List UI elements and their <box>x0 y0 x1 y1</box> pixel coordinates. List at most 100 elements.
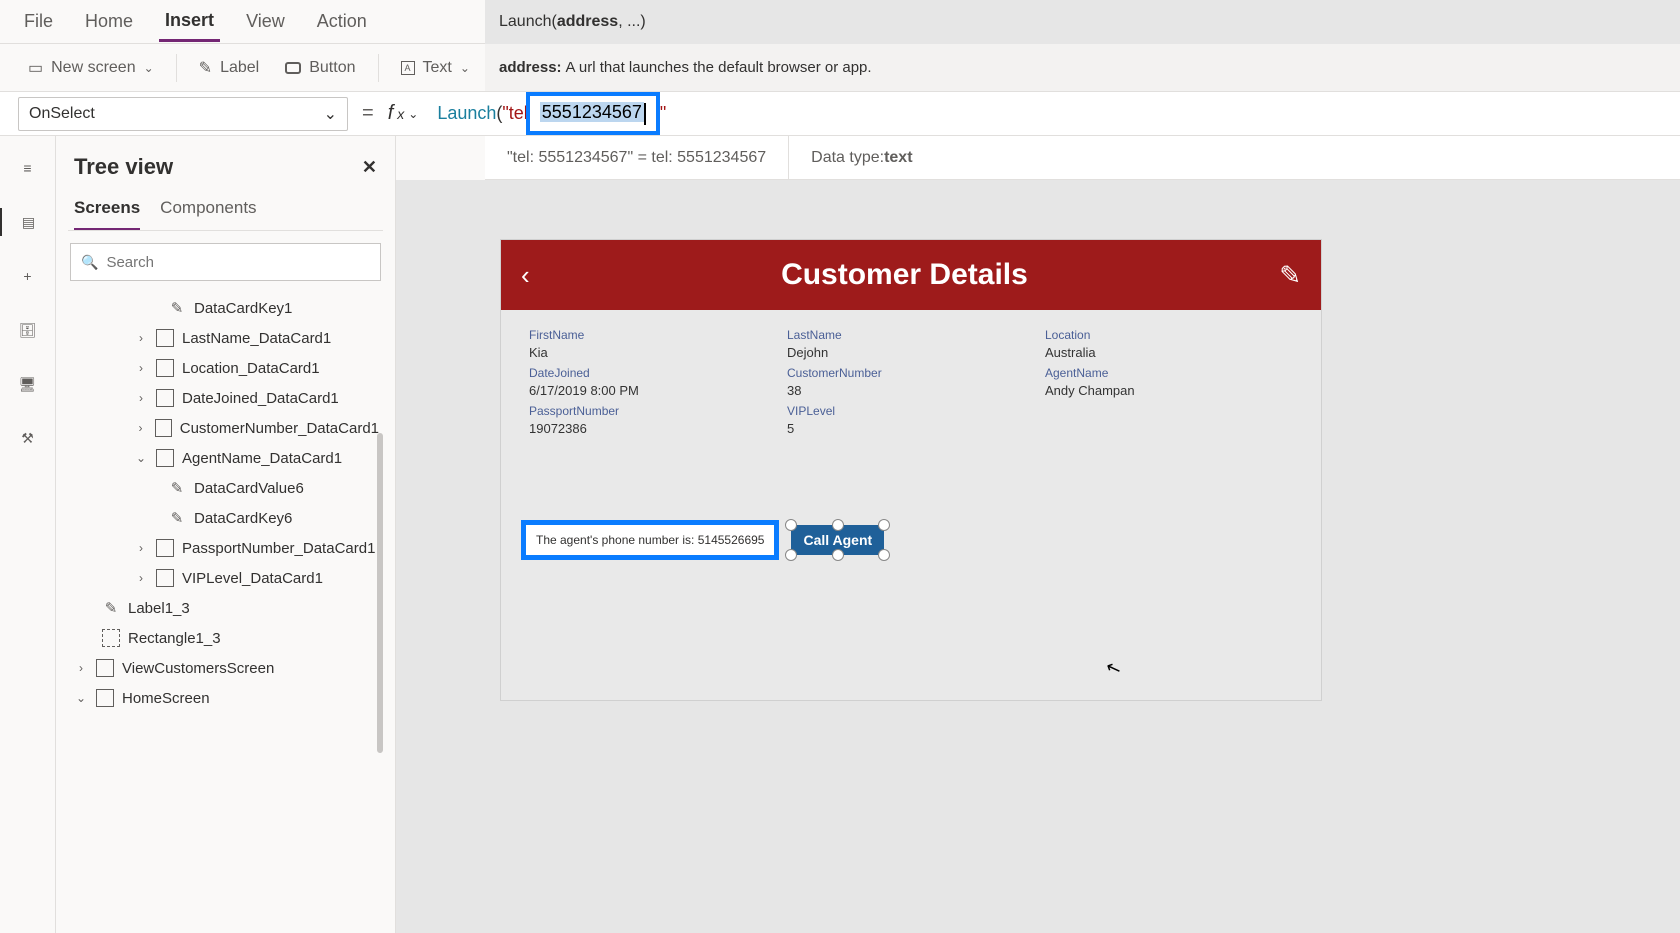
button-button[interactable]: Button <box>275 53 365 83</box>
field-vip: VIPLevel5 <box>787 404 1035 436</box>
text-button-text: Text <box>423 59 452 77</box>
agent-phone-label[interactable]: The agent's phone number is: 5145526695 <box>521 520 779 560</box>
divider <box>378 54 379 82</box>
selection-handle[interactable] <box>832 519 844 531</box>
formula-result: "tel: 5551234567" = tel: 5551234567 <box>485 136 789 179</box>
edit-icon[interactable]: ✎ <box>1279 260 1301 291</box>
menu-action[interactable]: Action <box>311 3 373 40</box>
field-lastname: LastNameDejohn <box>787 328 1035 360</box>
chevron-down-icon: ⌄ <box>134 451 148 465</box>
text-icon: A <box>401 61 415 75</box>
tools-icon[interactable]: ⚒ <box>14 424 42 452</box>
tree-node-lastname[interactable]: ›LastName_DataCard1 <box>68 323 383 353</box>
tree-node-datejoined[interactable]: ›DateJoined_DataCard1 <box>68 383 383 413</box>
tree-node-agentname[interactable]: ⌄AgentName_DataCard1 <box>68 443 383 473</box>
search-input[interactable] <box>106 254 370 271</box>
tree-node-viplevel[interactable]: ›VIPLevel_DataCard1 <box>68 563 383 593</box>
new-screen-button[interactable]: New screen ⌄ <box>18 52 164 84</box>
card-icon <box>156 329 174 347</box>
chevron-down-icon: ⌄ <box>324 104 337 124</box>
field-custnum: CustomerNumber38 <box>787 366 1035 398</box>
back-icon[interactable]: ‹ <box>521 260 530 291</box>
details-form: FirstNameKia LastNameDejohn LocationAust… <box>501 310 1321 454</box>
screen-icon <box>28 58 43 78</box>
tree-node-location[interactable]: ›Location_DataCard1 <box>68 353 383 383</box>
formula-bar: OnSelect ⌄ = fx ⌄ Launch("tel 5551234567… <box>0 92 1680 136</box>
highlighted-phone-box: 5551234567 <box>526 92 660 134</box>
tree-view-icon[interactable]: ▤ <box>0 208 56 236</box>
tab-components[interactable]: Components <box>160 192 256 230</box>
label-button[interactable]: Label <box>189 52 270 84</box>
chevron-right-icon: › <box>134 331 148 345</box>
property-name: OnSelect <box>29 105 95 123</box>
divider <box>176 54 177 82</box>
app-header: ‹ Customer Details ✎ <box>501 240 1321 310</box>
tree-node-dckey6[interactable]: DataCardKey6 <box>68 503 383 533</box>
tree-node-custnum[interactable]: ›CustomerNumber_DataCard1 <box>68 413 383 443</box>
call-agent-button[interactable]: Call Agent <box>791 525 884 555</box>
selection-handle[interactable] <box>878 549 890 561</box>
hamburger-icon[interactable]: ≡ <box>14 154 42 182</box>
tree-node-rect13[interactable]: Rectangle1_3 <box>68 623 383 653</box>
selection-handle[interactable] <box>785 519 797 531</box>
chevron-right-icon: › <box>74 661 88 675</box>
menu-view[interactable]: View <box>240 3 291 40</box>
card-icon <box>156 449 174 467</box>
new-screen-label: New screen <box>51 59 135 77</box>
plus-icon[interactable]: + <box>14 262 42 290</box>
selection-handle[interactable] <box>878 519 890 531</box>
search-icon: 🔍 <box>81 254 98 271</box>
selection-handle[interactable] <box>832 549 844 561</box>
text-button[interactable]: A Text ⌄ <box>391 53 480 83</box>
chevron-right-icon: › <box>134 421 147 435</box>
formula-argument-description: address: A url that launches the default… <box>485 44 1680 92</box>
signature-text: Launch(address, ...) <box>499 13 646 31</box>
menu-insert[interactable]: Insert <box>159 2 220 42</box>
formula-result-bar: "tel: 5551234567" = tel: 5551234567 Data… <box>485 136 1680 180</box>
data-icon[interactable]: 🗄 <box>14 316 42 344</box>
tree-node-viewcustomers[interactable]: ›ViewCustomersScreen <box>68 653 383 683</box>
button-button-text: Button <box>309 59 355 77</box>
left-rail: ≡ ▤ + 🗄 🖥 ⚒ <box>0 136 56 933</box>
close-icon[interactable]: ✕ <box>362 157 377 178</box>
chevron-down-icon: ⌄ <box>144 61 154 75</box>
media-icon[interactable]: 🖥 <box>14 370 42 398</box>
tree-view-title: Tree view <box>74 154 173 180</box>
card-icon <box>156 389 174 407</box>
formula-function: Launch <box>437 103 496 124</box>
tree-node-datacardkey1[interactable]: DataCardKey1 <box>68 293 383 323</box>
selection-handle[interactable] <box>785 549 797 561</box>
formula-string-end: " <box>660 103 666 124</box>
chevron-right-icon: › <box>134 391 148 405</box>
card-icon <box>156 359 174 377</box>
tree-node-label13[interactable]: Label1_3 <box>68 593 383 623</box>
label-icon <box>168 479 186 497</box>
fx-button[interactable]: fx ⌄ <box>388 102 419 125</box>
phone-row: The agent's phone number is: 5145526695 … <box>521 520 884 560</box>
tree-node-dcvalue6[interactable]: DataCardValue6 <box>68 473 383 503</box>
tree-scrollbar[interactable] <box>377 433 383 753</box>
tab-screens[interactable]: Screens <box>74 192 140 230</box>
chevron-right-icon: › <box>134 541 148 555</box>
tree-node-homescreen[interactable]: ⌄HomeScreen <box>68 683 383 713</box>
field-location: LocationAustralia <box>1045 328 1293 360</box>
label-icon <box>168 509 186 527</box>
arg-desc: A url that launches the default browser … <box>566 59 872 76</box>
menu-file[interactable]: File <box>18 3 59 40</box>
tree-search[interactable]: 🔍 <box>70 243 381 281</box>
card-icon <box>156 569 174 587</box>
card-icon <box>155 419 172 437</box>
screen-icon <box>96 689 114 707</box>
tree-view-panel: Tree view ✕ Screens Components 🔍 DataCar… <box>56 136 396 933</box>
tree-node-passport[interactable]: ›PassportNumber_DataCard1 <box>68 533 383 563</box>
menu-home[interactable]: Home <box>79 3 139 40</box>
chevron-right-icon: › <box>134 361 148 375</box>
app-canvas[interactable]: ‹ Customer Details ✎ FirstNameKia LastNa… <box>501 240 1321 700</box>
property-selector[interactable]: OnSelect ⌄ <box>18 97 348 131</box>
highlighted-phone: 5551234567 <box>540 102 644 122</box>
field-agent: AgentNameAndy Champan <box>1045 366 1293 398</box>
formula-input[interactable]: Launch("tel 5551234567 " <box>432 97 1662 131</box>
card-icon <box>156 539 174 557</box>
equals-sign: = <box>362 102 374 125</box>
formula-signature-bar: Launch(address, ...) <box>485 0 1680 44</box>
